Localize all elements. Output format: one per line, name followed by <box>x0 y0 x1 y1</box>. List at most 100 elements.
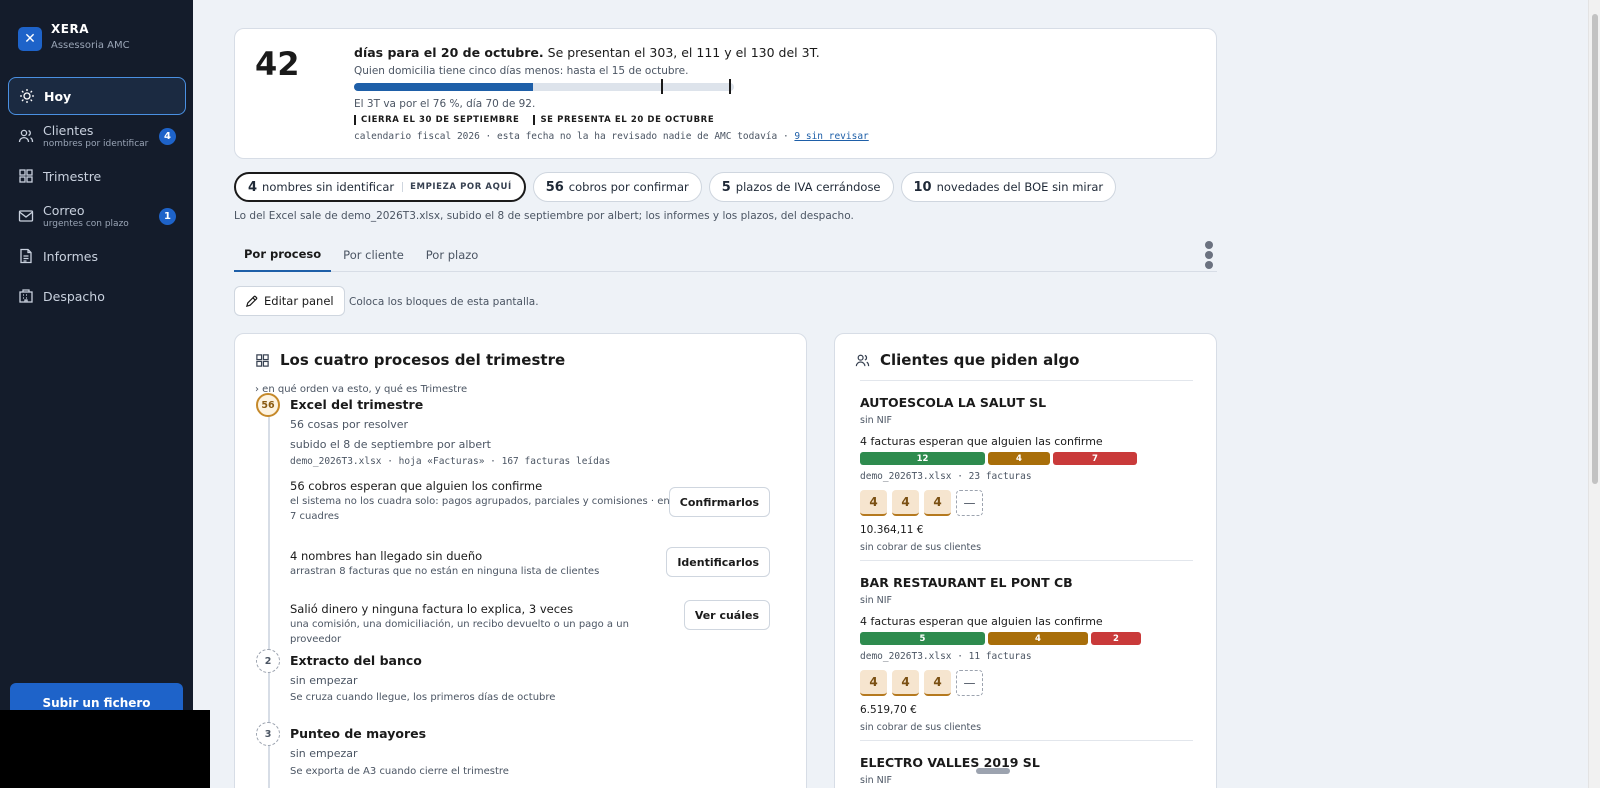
client-pending-text: 4 facturas esperan que alguien las confi… <box>860 615 1103 628</box>
days-remaining: 42 <box>255 45 300 83</box>
pill-label: nombres sin identificar <box>262 180 395 194</box>
mail-icon <box>18 208 34 224</box>
step-title-banco[interactable]: Extracto del banco <box>290 653 422 668</box>
sidebar-item-trimestre[interactable]: Trimestre <box>8 157 186 195</box>
step-meta: Se cruza cuando llegue, los primeros día… <box>290 692 556 703</box>
status-chip-empty[interactable]: — <box>956 490 983 516</box>
task-unexplained-payments: Salió dinero y ninguna factura lo explic… <box>290 600 790 647</box>
status-chip[interactable]: 4 <box>860 670 887 696</box>
status-chip[interactable]: 4 <box>860 490 887 516</box>
building-icon <box>18 288 34 304</box>
order-explainer-link[interactable]: › en qué orden va esto, y qué es Trimest… <box>255 384 467 395</box>
tabs-scroll-handle[interactable] <box>1203 240 1215 274</box>
task-identify-names: 4 nombres han llegado sin dueño arrastra… <box>290 547 790 580</box>
segment-red: 7 <box>1053 452 1137 465</box>
summary-pills: 4 nombres sin identificar EMPIEZA POR AQ… <box>234 172 1123 202</box>
deadline-markers: CIERRA EL 30 DE SEPTIEMBRE SE PRESENTA E… <box>354 115 728 125</box>
deadline-title-rest: Se presentan el 303, el 111 y el 130 del… <box>543 45 820 60</box>
status-chip[interactable]: 4 <box>924 490 951 516</box>
calendar-source-text: calendario fiscal 2026 · esta fecha no l… <box>354 131 795 142</box>
main-content: 42 días para el 20 de octubre. Se presen… <box>193 0 1588 788</box>
sidebar-item-despacho[interactable]: Despacho <box>8 277 186 315</box>
marker-present: SE PRESENTA EL 20 DE OCTUBRE <box>533 115 714 125</box>
scrollbar-thumb[interactable] <box>1592 14 1598 484</box>
document-icon <box>18 248 34 264</box>
present-date-tick <box>729 79 731 94</box>
step-meta: 56 cosas por resolver <box>290 418 409 431</box>
segment-green: 5 <box>860 632 985 645</box>
unreviewed-link[interactable]: 9 sin revisar <box>794 131 868 142</box>
sidebar-item-label: Hoy <box>44 88 72 104</box>
status-chip[interactable]: 4 <box>924 670 951 696</box>
card-title-text: Los cuatro procesos del trimestre <box>280 351 566 369</box>
pill-label: cobros por confirmar <box>568 180 689 194</box>
edit-panel-note: Coloca los bloques de esta pantalla. <box>349 296 539 308</box>
tab-por-plazo[interactable]: Por plazo <box>416 238 489 272</box>
pill-unidentified-names[interactable]: 4 nombres sin identificar EMPIEZA POR AQ… <box>234 172 526 202</box>
step-meta: sin empezar <box>290 674 358 687</box>
status-chip[interactable]: 4 <box>892 670 919 696</box>
deadline-countdown-card: 42 días para el 20 de octubre. Se presen… <box>234 28 1217 159</box>
pill-payments-to-confirm[interactable]: 56 cobros por confirmar <box>532 172 702 202</box>
clients-requests-card: Clientes que piden algo AUTOESCOLA LA SA… <box>834 333 1217 788</box>
pill-label: plazos de IVA cerrándose <box>735 180 881 194</box>
client-chips: 4 4 4 — <box>860 670 988 696</box>
client-amount-note: sin cobrar de sus clientes <box>860 542 982 553</box>
confirm-payments-button[interactable]: Confirmarlos <box>668 487 770 517</box>
brand[interactable]: ✕ XERA Assessoria AMC <box>18 22 130 51</box>
step-meta: Se exporta de A3 cuando cierre el trimes… <box>290 766 509 777</box>
tab-por-proceso[interactable]: Por proceso <box>234 238 332 272</box>
quarter-progress-bar <box>354 79 734 94</box>
sidebar-item-informes[interactable]: Informes <box>8 237 186 275</box>
sidebar-item-correo[interactable]: Correo urgentes con plazo 1 <box>8 197 186 235</box>
horizontal-scroll-handle[interactable] <box>976 768 1010 774</box>
sidebar: ✕ XERA Assessoria AMC Hoy Clientes nombr… <box>0 0 193 788</box>
step-title-mayores[interactable]: Punteo de mayores <box>290 726 426 741</box>
segment-red: 2 <box>1091 632 1141 645</box>
card-title: Los cuatro procesos del trimestre <box>255 351 565 369</box>
client-name[interactable]: ELECTRO VALLES 2019 SL <box>860 755 1040 770</box>
task-description: una comisión, una domiciliación, un reci… <box>290 619 629 645</box>
calendar-source: calendario fiscal 2026 · esta fecha no l… <box>354 131 869 142</box>
invoice-status-bar: 5 4 2 <box>860 632 1144 645</box>
sidebar-item-clientes[interactable]: Clientes nombres por identificar 4 <box>8 117 186 155</box>
sidebar-footer <box>0 710 210 788</box>
pill-label: novedades del BOE sin mirar <box>936 180 1104 194</box>
client-name[interactable]: AUTOESCOLA LA SALUT SL <box>860 395 1046 410</box>
client-chips: 4 4 4 — <box>860 490 988 516</box>
step-badge-banco: 2 <box>256 649 280 673</box>
step-file-info: demo_2026T3.xlsx · hoja «Facturas» · 167… <box>290 456 611 467</box>
identify-names-button[interactable]: Identificarlos <box>666 547 770 577</box>
close-icon[interactable]: ✕ <box>18 26 42 51</box>
page-scrollbar[interactable] <box>1588 0 1600 788</box>
invoice-status-bar: 12 4 7 <box>860 452 1140 465</box>
brand-name: XERA <box>51 22 89 36</box>
sidebar-item-sublabel: nombres por identificar <box>43 139 149 149</box>
task-description: arrastran 8 facturas que no están en nin… <box>290 566 600 577</box>
sidebar-item-label: Trimestre <box>43 168 102 184</box>
status-chip[interactable]: 4 <box>892 490 919 516</box>
segment-amber: 4 <box>988 452 1050 465</box>
client-amount: 10.364,11 € <box>860 524 924 536</box>
client-nif: sin NIF <box>860 775 893 786</box>
tab-por-cliente[interactable]: Por cliente <box>333 238 414 272</box>
view-which-button[interactable]: Ver cuáles <box>683 600 770 630</box>
client-item[interactable]: AUTOESCOLA LA SALUT SL sin NIF 4 factura… <box>860 380 1193 560</box>
pill-boe-news[interactable]: 10 novedades del BOE sin mirar <box>900 172 1117 202</box>
sidebar-item-hoy[interactable]: Hoy <box>8 77 186 115</box>
client-amount: 6.519,70 € <box>860 704 917 716</box>
edit-panel-button[interactable]: Editar panel <box>234 286 345 316</box>
client-name[interactable]: BAR RESTAURANT EL PONT CB <box>860 575 1073 590</box>
domiciliation-note: Quien domicilia tiene cinco días menos: … <box>354 65 689 77</box>
sidebar-item-sublabel: urgentes con plazo <box>43 219 129 229</box>
pill-count: 5 <box>721 179 731 195</box>
client-item[interactable]: BAR RESTAURANT EL PONT CB sin NIF 4 fact… <box>860 560 1193 740</box>
step-title-excel[interactable]: Excel del trimestre <box>290 397 423 412</box>
pill-vat-deadlines[interactable]: 5 plazos de IVA cerrándose <box>708 172 894 202</box>
client-item[interactable]: ELECTRO VALLES 2019 SL sin NIF <box>860 740 1193 788</box>
task-description: el sistema no los cuadra solo: pagos agr… <box>290 496 670 522</box>
grid-icon <box>256 353 269 367</box>
pill-count: 56 <box>545 179 564 195</box>
status-chip-empty[interactable]: — <box>956 670 983 696</box>
quarter-progress-fill <box>354 83 534 91</box>
